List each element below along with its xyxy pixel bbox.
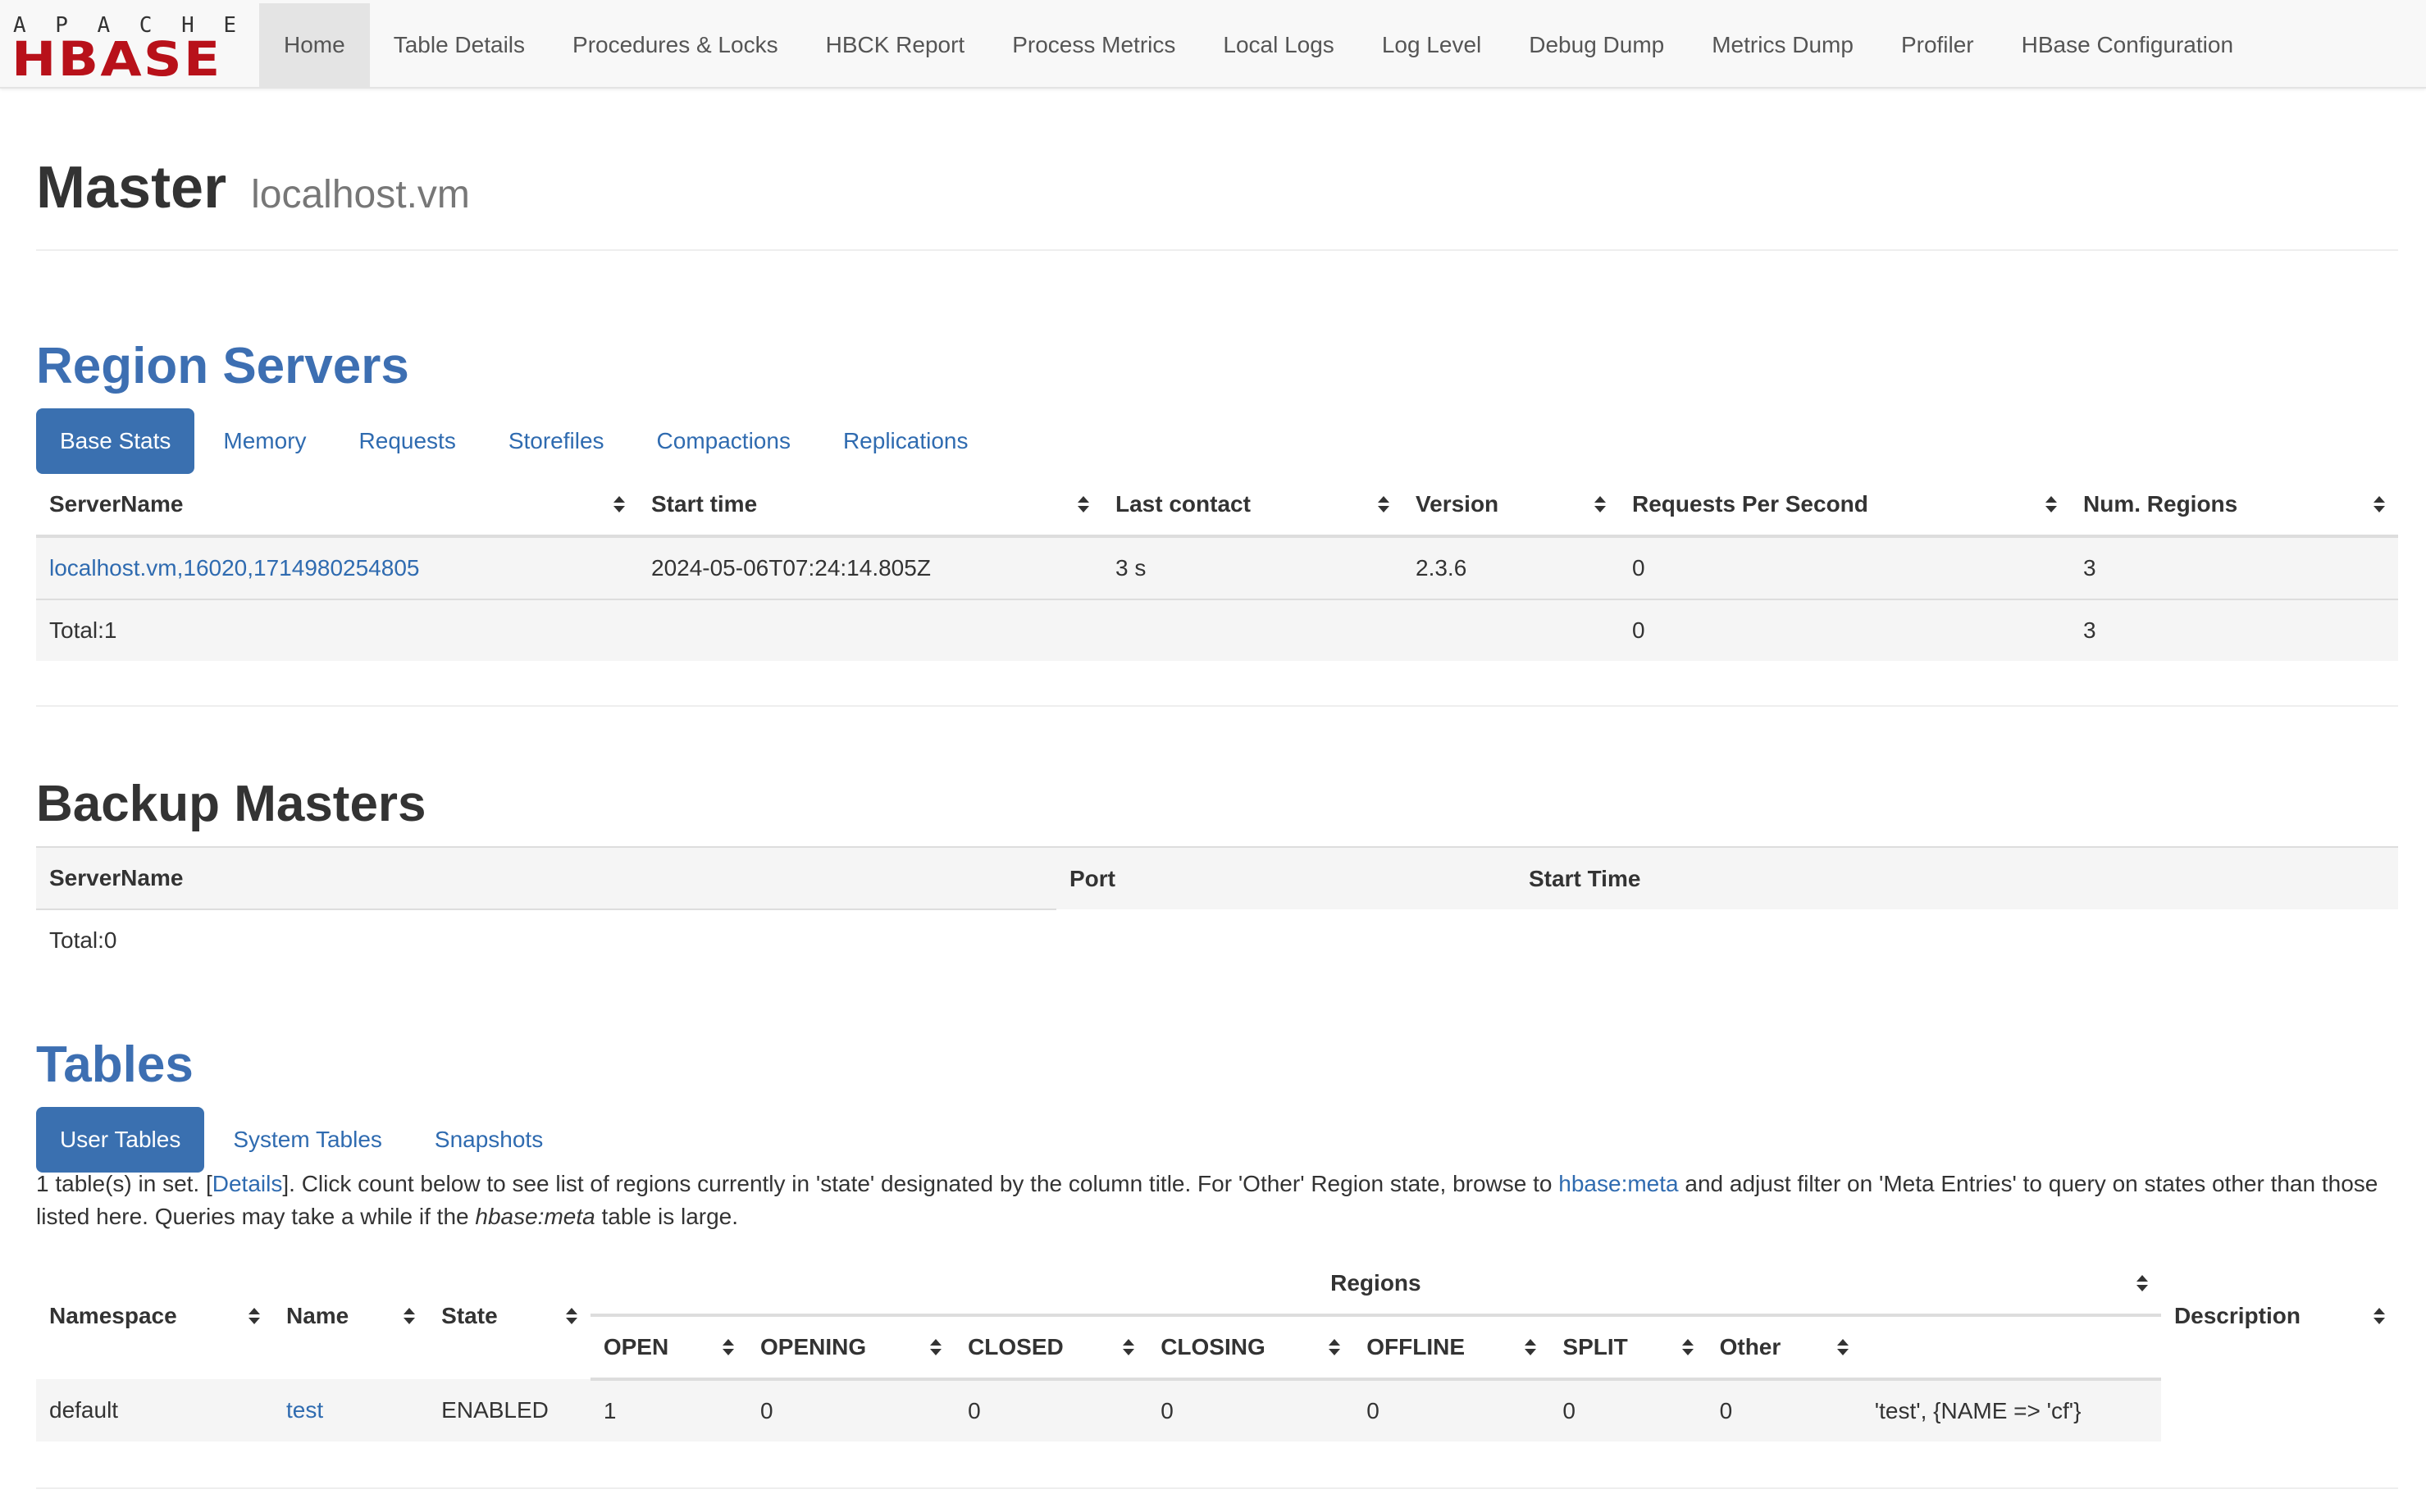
nav-home[interactable]: Home (259, 3, 370, 87)
nav-local-logs[interactable]: Local Logs (1199, 3, 1357, 87)
divider (36, 705, 2398, 707)
tables-heading: Tables (36, 1036, 194, 1093)
col-opening[interactable]: OPENING (747, 1315, 955, 1381)
nav-log-level[interactable]: Log Level (1358, 3, 1505, 87)
total-regions: 3 (2070, 599, 2398, 661)
table-row: default test ENABLED 1 0 0 0 0 0 0 'test… (36, 1379, 2398, 1441)
server-name-cell: localhost.vm,16020,1714980254805 (36, 535, 638, 599)
nav-hbase-configuration[interactable]: HBase Configuration (1998, 3, 2257, 87)
other-count-cell[interactable]: 0 (1706, 1379, 1862, 1441)
nav-menu: Home Table Details Procedures & Locks HB… (259, 3, 2257, 87)
hbase-wordmark: HBASE (11, 31, 222, 87)
nav-hbck-report[interactable]: HBCK Report (802, 3, 989, 87)
note-text: ]. Click count below to see list of regi… (282, 1171, 1559, 1196)
col-namespace[interactable]: Namespace (36, 1253, 273, 1379)
tab-storefiles[interactable]: Storefiles (485, 408, 628, 474)
tab-requests[interactable]: Requests (335, 408, 480, 474)
nav-debug-dump[interactable]: Debug Dump (1505, 3, 1688, 87)
table-total-row: Total:1 0 3 (36, 599, 2398, 661)
total-label: Total:1 (36, 599, 638, 661)
col-requests-per-second[interactable]: Requests Per Second (1619, 474, 2070, 538)
col-servername[interactable]: ServerName (36, 474, 638, 538)
opening-count-cell[interactable]: 0 (747, 1379, 955, 1441)
total-label: Total:0 (49, 927, 117, 953)
col-last-contact[interactable]: Last contact (1102, 474, 1402, 538)
closed-count-cell[interactable]: 0 (955, 1379, 1148, 1441)
tab-compactions[interactable]: Compactions (633, 408, 814, 474)
tables-tabs: User Tables System Tables Snapshots (36, 1107, 572, 1173)
col-closed[interactable]: CLOSED (955, 1315, 1148, 1381)
col-regions[interactable]: Regions (590, 1253, 2161, 1317)
nav-profiler[interactable]: Profiler (1877, 3, 1998, 87)
table-header-row: Namespace Name State Regions Description (36, 1253, 2398, 1328)
col-open[interactable]: OPEN (590, 1315, 747, 1381)
offline-count-cell[interactable]: 0 (1353, 1379, 1550, 1441)
col-description[interactable]: Description (2161, 1253, 2398, 1379)
col-servername: ServerName (36, 846, 1056, 910)
table-header-row: ServerName Start time Last contact Versi… (36, 474, 2398, 538)
hbase-logo[interactable]: APACHE HBASE (11, 15, 238, 84)
tab-user-tables[interactable]: User Tables (36, 1107, 205, 1173)
note-text: 1 table(s) in set. [ (36, 1171, 212, 1196)
backup-masters-table: ServerName Port Start Time Total:0 (36, 846, 2398, 971)
table-total-row: Total:0 (36, 909, 2398, 971)
nav-metrics-dump[interactable]: Metrics Dump (1688, 3, 1877, 87)
tables-note: 1 table(s) in set. [Details]. Click coun… (36, 1168, 2398, 1233)
col-name[interactable]: Name (273, 1253, 428, 1379)
region-servers-heading: Region Servers (36, 338, 409, 394)
total-requests: 0 (1619, 599, 2070, 661)
details-link[interactable]: Details (212, 1171, 283, 1196)
tab-snapshots[interactable]: Snapshots (411, 1107, 567, 1173)
last-contact-cell: 3 s (1102, 535, 1402, 599)
backup-masters-heading: Backup Masters (36, 776, 426, 832)
region-servers-table: ServerName Start time Last contact Versi… (36, 474, 2398, 661)
top-navbar: APACHE HBASE Home Table Details Procedur… (0, 0, 2426, 89)
tab-system-tables[interactable]: System Tables (209, 1107, 406, 1173)
table-name-link[interactable]: test (286, 1397, 323, 1423)
state-cell: ENABLED (428, 1379, 591, 1441)
version-cell: 2.3.6 (1402, 535, 1619, 599)
col-other[interactable]: Other (1706, 1315, 1862, 1381)
num-regions-cell: 3 (2070, 535, 2398, 599)
table-header-row: ServerName Port Start Time (36, 846, 2398, 910)
tab-replications[interactable]: Replications (819, 408, 992, 474)
note-text: table is large. (595, 1204, 739, 1229)
nav-process-metrics[interactable]: Process Metrics (988, 3, 1199, 87)
split-count-cell[interactable]: 0 (1549, 1379, 1707, 1441)
table-row: localhost.vm,16020,1714980254805 2024-05… (36, 535, 2398, 599)
col-offline[interactable]: OFFLINE (1353, 1315, 1550, 1381)
description-cell: 'test', {NAME => 'cf'} (1861, 1379, 2161, 1441)
tab-memory[interactable]: Memory (199, 408, 330, 474)
divider (36, 1487, 2398, 1489)
col-start-time: Start Time (1516, 846, 2398, 909)
page-title-host: localhost.vm (251, 173, 470, 216)
nav-table-details[interactable]: Table Details (370, 3, 549, 87)
closing-count-cell[interactable]: 0 (1147, 1379, 1354, 1441)
nav-procedures-locks[interactable]: Procedures & Locks (549, 3, 802, 87)
tab-base-stats[interactable]: Base Stats (36, 408, 195, 474)
region-servers-tabs: Base Stats Memory Requests Storefiles Co… (36, 408, 996, 474)
page-title: Master localhost.vm (36, 151, 470, 232)
col-split[interactable]: SPLIT (1549, 1315, 1707, 1381)
col-closing[interactable]: CLOSING (1147, 1315, 1354, 1381)
user-tables-table: Namespace Name State Regions Description… (36, 1253, 2398, 1441)
open-count-cell[interactable]: 1 (590, 1379, 747, 1441)
col-state[interactable]: State (428, 1253, 591, 1379)
col-num-regions[interactable]: Num. Regions (2070, 474, 2398, 538)
hbase-meta-link[interactable]: hbase:meta (1558, 1171, 1678, 1196)
start-time-cell: 2024-05-06T07:24:14.805Z (638, 535, 1102, 599)
col-port: Port (1056, 846, 1516, 909)
server-name-link[interactable]: localhost.vm,16020,1714980254805 (49, 555, 419, 581)
name-cell: test (272, 1379, 429, 1441)
page-header: Master localhost.vm (36, 148, 2398, 251)
hbase-meta-italic: hbase:meta (475, 1204, 595, 1229)
col-start-time[interactable]: Start time (638, 474, 1102, 538)
namespace-cell: default (36, 1379, 273, 1441)
requests-cell: 0 (1619, 535, 2070, 599)
page-title-master: Master (36, 155, 227, 221)
col-version[interactable]: Version (1402, 474, 1619, 538)
